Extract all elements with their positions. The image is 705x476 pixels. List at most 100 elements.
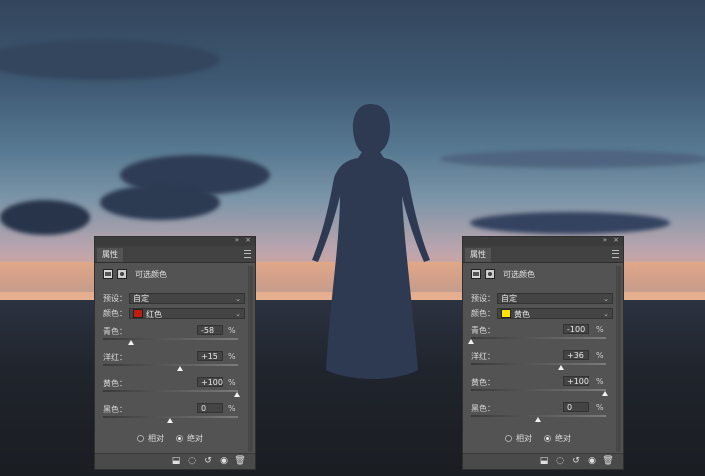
trash-icon[interactable]: 🗑 bbox=[234, 457, 245, 466]
black-slider-thumb[interactable] bbox=[167, 418, 173, 423]
yellow-slider-track[interactable] bbox=[103, 390, 238, 392]
panel-tab-bar: 属性 bbox=[95, 246, 255, 263]
yellow-input[interactable]: +100 bbox=[197, 377, 223, 387]
panel-menu-icon[interactable] bbox=[612, 250, 619, 258]
preset-value: 自定 bbox=[501, 294, 517, 303]
preset-label: 预设： bbox=[471, 294, 495, 303]
cloud bbox=[100, 185, 220, 220]
magenta-slider-thumb[interactable] bbox=[558, 365, 564, 370]
visibility-eye-icon[interactable]: ◉ bbox=[219, 457, 229, 466]
cyan-slider-track[interactable] bbox=[471, 337, 606, 339]
collapse-icon[interactable]: » bbox=[603, 236, 607, 244]
reset-icon[interactable]: ↺ bbox=[571, 457, 581, 466]
color-row: 颜色： 红色 ⌄ bbox=[103, 308, 245, 319]
radio-absolute[interactable] bbox=[544, 435, 551, 442]
color-value: 黄色 bbox=[514, 310, 530, 319]
cyan-label: 青色： bbox=[471, 326, 495, 335]
preset-row: 预设： 自定 ⌄ bbox=[103, 293, 245, 304]
preset-label: 预设： bbox=[103, 294, 127, 303]
collapse-icon[interactable]: » bbox=[235, 236, 239, 244]
adjustment-layer-icon[interactable] bbox=[471, 269, 481, 279]
cyan-input[interactable]: -100 bbox=[563, 324, 589, 334]
black-unit: % bbox=[596, 403, 604, 412]
preset-row: 预设： 自定 ⌄ bbox=[471, 293, 613, 304]
panel-footer: ⬓ ◌ ↺ ◉ 🗑 bbox=[95, 453, 255, 469]
yellow-label: 黄色： bbox=[103, 379, 127, 388]
cyan-input[interactable]: -58 bbox=[197, 325, 223, 335]
panel-menu-icon[interactable] bbox=[244, 250, 251, 258]
adjustment-layer-icon[interactable] bbox=[103, 269, 113, 279]
radio-relative[interactable] bbox=[137, 435, 144, 442]
close-icon[interactable]: × bbox=[245, 236, 251, 244]
yellow-slider-track[interactable] bbox=[471, 389, 606, 391]
magenta-input[interactable]: +36 bbox=[563, 350, 589, 360]
view-previous-icon[interactable]: ◌ bbox=[555, 457, 565, 466]
magenta-unit: % bbox=[228, 352, 236, 361]
panel-scrollbar[interactable] bbox=[616, 266, 621, 452]
visibility-eye-icon[interactable]: ◉ bbox=[587, 457, 597, 466]
cyan-slider-thumb[interactable] bbox=[468, 339, 474, 344]
layer-mask-icon[interactable] bbox=[485, 269, 495, 279]
reset-icon[interactable]: ↺ bbox=[203, 457, 213, 466]
color-dropdown[interactable]: 红色 ⌄ bbox=[129, 308, 245, 319]
chevron-down-icon: ⌄ bbox=[603, 295, 609, 303]
yellow-slider-thumb[interactable] bbox=[602, 391, 608, 396]
radio-relative-label: 相对 bbox=[516, 434, 532, 443]
color-label: 颜色： bbox=[103, 309, 127, 318]
view-previous-icon[interactable]: ◌ bbox=[187, 457, 197, 466]
preset-dropdown[interactable]: 自定 ⌄ bbox=[497, 293, 613, 304]
clip-to-layer-icon[interactable]: ⬓ bbox=[171, 457, 181, 466]
color-row: 颜色： 黄色 ⌄ bbox=[471, 308, 613, 319]
cyan-unit: % bbox=[228, 326, 236, 335]
panel-title: 可选颜色 bbox=[503, 269, 535, 279]
method-radio-group: 相对 绝对 bbox=[137, 433, 211, 444]
close-icon[interactable]: × bbox=[613, 236, 619, 244]
panel-tab-bar: 属性 bbox=[463, 246, 623, 263]
cloud bbox=[470, 212, 670, 234]
magenta-label: 洋红： bbox=[103, 353, 127, 362]
cyan-label: 青色： bbox=[103, 327, 127, 336]
yellow-unit: % bbox=[596, 377, 604, 386]
black-input[interactable]: 0 bbox=[563, 402, 589, 412]
yellow-unit: % bbox=[228, 378, 236, 387]
selective-color-panel-yellow: » × 属性 可选颜色 预设： 自定 ⌄ 颜色： 黄色 ⌄ 青色： -100 %… bbox=[462, 236, 624, 470]
magenta-slider-track[interactable] bbox=[103, 364, 238, 366]
panel-footer: ⬓ ◌ ↺ ◉ 🗑 bbox=[463, 453, 623, 469]
layer-mask-icon[interactable] bbox=[117, 269, 127, 279]
color-label: 颜色： bbox=[471, 309, 495, 318]
magenta-input[interactable]: +15 bbox=[197, 351, 223, 361]
cyan-slider-thumb[interactable] bbox=[128, 340, 134, 345]
black-slider-thumb[interactable] bbox=[535, 417, 541, 422]
radio-relative[interactable] bbox=[505, 435, 512, 442]
black-label: 黑色： bbox=[103, 405, 127, 414]
cyan-slider-track[interactable] bbox=[103, 338, 238, 340]
radio-absolute[interactable] bbox=[176, 435, 183, 442]
black-label: 黑色： bbox=[471, 404, 495, 413]
panel-title: 可选颜色 bbox=[135, 269, 167, 279]
chevron-down-icon: ⌄ bbox=[235, 310, 241, 318]
trash-icon[interactable]: 🗑 bbox=[602, 457, 613, 466]
cyan-unit: % bbox=[596, 325, 604, 334]
magenta-slider-thumb[interactable] bbox=[177, 366, 183, 371]
preset-dropdown[interactable]: 自定 ⌄ bbox=[129, 293, 245, 304]
chevron-down-icon: ⌄ bbox=[603, 310, 609, 318]
selective-color-panel-red: » × 属性 可选颜色 预设： 自定 ⌄ 颜色： 红色 ⌄ 青色： -58 % … bbox=[94, 236, 256, 470]
magenta-slider-track[interactable] bbox=[471, 363, 606, 365]
yellow-input[interactable]: +100 bbox=[563, 376, 589, 386]
black-unit: % bbox=[228, 404, 236, 413]
panel-scrollbar[interactable] bbox=[248, 266, 253, 452]
tab-properties[interactable]: 属性 bbox=[465, 248, 491, 262]
radio-relative-label: 相对 bbox=[148, 434, 164, 443]
black-input[interactable]: 0 bbox=[197, 403, 223, 413]
magenta-label: 洋红： bbox=[471, 352, 495, 361]
panel-top-strip: » × bbox=[463, 236, 623, 246]
yellow-slider-thumb[interactable] bbox=[234, 392, 240, 397]
preset-value: 自定 bbox=[133, 294, 149, 303]
magenta-unit: % bbox=[596, 351, 604, 360]
clip-to-layer-icon[interactable]: ⬓ bbox=[539, 457, 549, 466]
yellow-label: 黄色： bbox=[471, 378, 495, 387]
tab-properties[interactable]: 属性 bbox=[97, 248, 123, 262]
chevron-down-icon: ⌄ bbox=[235, 295, 241, 303]
color-dropdown[interactable]: 黄色 ⌄ bbox=[497, 308, 613, 319]
panel-header: 可选颜色 bbox=[471, 268, 535, 280]
